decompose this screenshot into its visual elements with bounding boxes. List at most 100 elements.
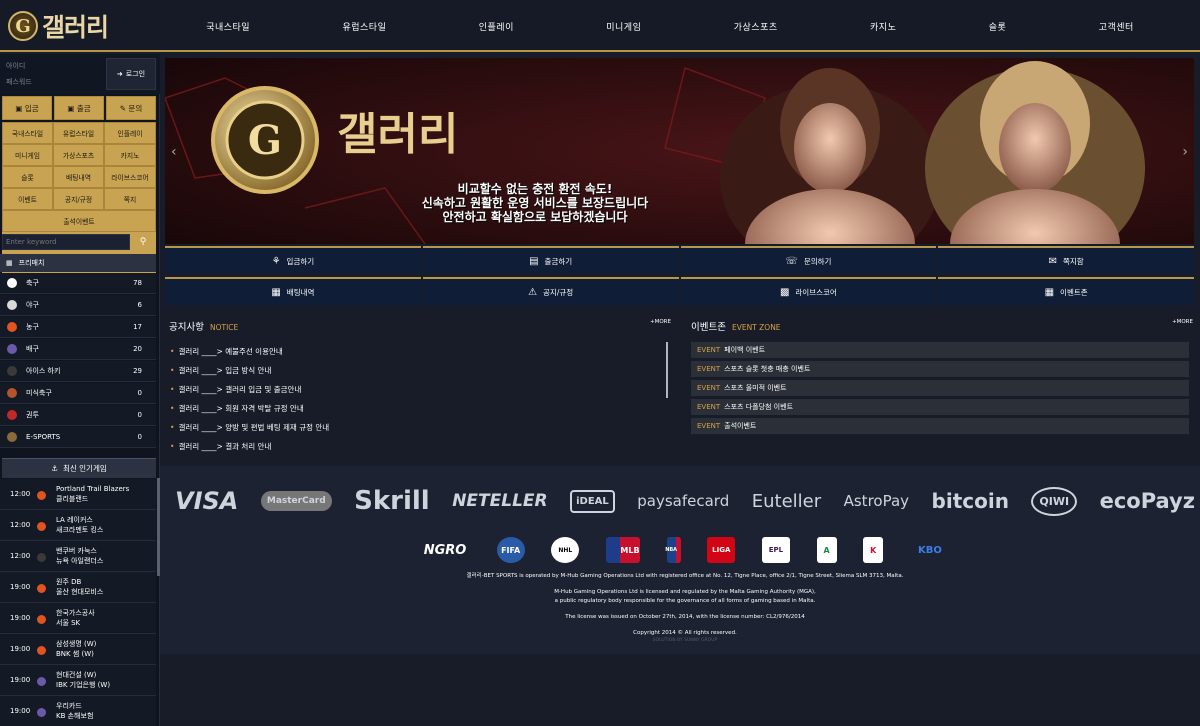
menu-notice[interactable]: 공지/규정 xyxy=(53,188,104,210)
username-field[interactable]: 아이디 xyxy=(6,61,25,71)
password-field[interactable]: 패스워드 xyxy=(6,77,32,87)
bet-history-button[interactable]: ▦ 배팅내역 xyxy=(165,277,421,305)
event-item-text: 스포츠 슬롯 첫충 매충 이벤트 xyxy=(724,365,811,373)
hero-banner[interactable]: G 갤러리 비교할수 없는 충전 환전 속도! 신속하고 원활한 운영 서비스를… xyxy=(165,58,1194,244)
menu-bet-history[interactable]: 배팅내역 xyxy=(53,166,104,188)
sport-name: E-SPORTS xyxy=(26,433,61,441)
fifa-logo: FIFA xyxy=(496,537,525,563)
bullet-icon: • xyxy=(170,366,175,375)
nav-inplay[interactable]: 인플레이 xyxy=(479,20,514,33)
event-item[interactable]: EVENT 스포츠 다폴당첨 이벤트 xyxy=(691,399,1189,415)
game-row[interactable]: 19:00 한국가스공사 서울 SK xyxy=(0,603,156,634)
withdraw-icon: ▣ xyxy=(67,103,77,113)
withdraw-button[interactable]: ▤ 출금하기 xyxy=(422,246,679,274)
anchor-icon: ⚓ xyxy=(51,464,58,473)
menu-casino[interactable]: 카지노 xyxy=(104,144,156,166)
menu-domestic[interactable]: 국내스타일 xyxy=(2,122,53,144)
nav-slot[interactable]: 슬롯 xyxy=(989,20,1007,33)
sport-item-boxing[interactable]: 권투 0 xyxy=(0,405,156,426)
event-item-text: 스포츠 다폴당첨 이벤트 xyxy=(724,403,794,411)
sport-item-esports[interactable]: E-SPORTS 0 xyxy=(0,427,156,448)
notice-item-text: 갤러리 ____> 결과 처리 안내 xyxy=(178,442,272,451)
menu-message[interactable]: 쪽지 xyxy=(104,188,156,210)
nhl-logo: NHL xyxy=(551,537,580,563)
site-logo[interactable]: G 갤러리 xyxy=(8,6,109,46)
event-item[interactable]: EVENT 출석이벤트 xyxy=(691,418,1189,434)
nav-support[interactable]: 고객센터 xyxy=(1099,20,1134,33)
footer-solution: SOLUTION BY SUNNY GROUP xyxy=(652,638,718,643)
withdraw-quick-button[interactable]: ▣ 출금 xyxy=(54,96,104,120)
livescore-label: 라이브스코어 xyxy=(795,287,837,297)
nav-domestic[interactable]: 국내스타일 xyxy=(206,20,250,33)
popular-games-title: 최신 인기게임 xyxy=(62,464,107,473)
notice-item[interactable]: • 갤러리 ____> 회원 자격 박탈 규정 안내 xyxy=(170,403,304,414)
serie-a-logo: A xyxy=(816,537,837,563)
notice-more-link[interactable]: +MORE xyxy=(650,319,671,325)
game-home: Portland Trail Blazers xyxy=(56,485,130,493)
sport-item-volleyball[interactable]: 배구 20 xyxy=(0,339,156,360)
game-home: 한국가스공사 xyxy=(56,609,95,617)
event-item[interactable]: EVENT 스포츠 슬롯 첫충 매충 이벤트 xyxy=(691,361,1189,377)
notice-item[interactable]: • 갤러리 ____> 결과 처리 안내 xyxy=(170,441,271,452)
menu-virtual[interactable]: 가상스포츠 xyxy=(53,144,104,166)
login-icon: ➜ xyxy=(116,70,123,78)
menu-europe[interactable]: 유럽스타일 xyxy=(53,122,104,144)
game-home: 우리카드 xyxy=(56,702,82,710)
sport-item-icehockey[interactable]: 아이스 하키 29 xyxy=(0,361,156,382)
notice-item-text: 갤러리 ____> 갤러리 입금 및 출금안내 xyxy=(178,385,302,394)
game-away: 클리블랜드 xyxy=(56,495,89,503)
menu-minigame[interactable]: 미니게임 xyxy=(2,144,53,166)
sport-count: 17 xyxy=(133,323,142,331)
notice-item[interactable]: • 갤러리 ____> 양방 및 편법 베팅 제재 규정 안내 xyxy=(170,422,329,433)
notice-scrollbar[interactable] xyxy=(666,342,668,398)
menu-event[interactable]: 이벤트 xyxy=(2,188,53,210)
event-subtitle: EVENT ZONE xyxy=(731,323,781,332)
search-input[interactable] xyxy=(2,234,130,250)
menu-inplay[interactable]: 인플레이 xyxy=(104,122,156,144)
message-button[interactable]: ✉ 쪽지함 xyxy=(938,246,1194,274)
nav-casino[interactable]: 카지노 xyxy=(870,20,896,33)
notice-item[interactable]: • 갤러리 ____> 예불주선 이용안내 xyxy=(170,346,283,357)
nav-europe[interactable]: 유럽스타일 xyxy=(342,20,386,33)
inquiry-button[interactable]: ☏ 문의하기 xyxy=(680,246,937,274)
game-row[interactable]: 19:00 우리카드 KB 손해보험 xyxy=(0,696,156,726)
game-row[interactable]: 19:00 원주 DB 울산 현대모비스 xyxy=(0,572,156,603)
menu-livescore[interactable]: 라이브스코어 xyxy=(104,166,156,188)
nav-virtual[interactable]: 가상스포츠 xyxy=(734,20,778,33)
inquiry-quick-button[interactable]: ✎ 문의 xyxy=(106,96,156,120)
deposit-button[interactable]: ⚘ 입금하기 xyxy=(165,246,421,274)
game-row[interactable]: 12:00 Portland Trail Blazers 클리블랜드 xyxy=(0,479,156,510)
bullet-icon: • xyxy=(170,347,175,356)
event-item-text: 스포츠 올미적 이벤트 xyxy=(724,384,787,392)
menu-attendance[interactable]: 출석이벤트 xyxy=(2,210,156,232)
notice-item-text: 갤러리 ____> 양방 및 편법 베팅 제재 규정 안내 xyxy=(178,423,330,432)
login-button[interactable]: ➜ 로그인 xyxy=(106,58,156,90)
sport-item-basketball[interactable]: 농구 17 xyxy=(0,317,156,338)
basketball-icon xyxy=(7,322,17,332)
notice-button[interactable]: ⚠ 공지/규정 xyxy=(422,277,679,305)
event-item[interactable]: EVENT 페이백 이벤트 xyxy=(691,342,1189,358)
search-icon[interactable]: ⚲ xyxy=(130,234,156,250)
nav-minigame[interactable]: 미니게임 xyxy=(606,20,641,33)
game-row[interactable]: 12:00 밴쿠버 카눅스 뉴욕 아일랜더스 xyxy=(0,541,156,572)
notice-item[interactable]: • 갤러리 ____> 입금 방식 안내 xyxy=(170,365,271,376)
bitcoin-logo: bitcoin xyxy=(931,489,1009,513)
livescore-button[interactable]: ▩ 라이브스코어 xyxy=(680,277,937,305)
game-row[interactable]: 19:00 삼성생명 (W) BNK 썸 (W) xyxy=(0,634,156,665)
deposit-quick-button[interactable]: ▣ 입금 xyxy=(2,96,52,120)
game-time: 12:00 xyxy=(10,490,31,498)
sport-item-football[interactable]: 미식축구 0 xyxy=(0,383,156,404)
sport-item-baseball[interactable]: 야구 6 xyxy=(0,295,156,316)
game-row[interactable]: 12:00 LA 레이커스 새크라멘토 킹스 xyxy=(0,510,156,541)
sport-name: 배구 xyxy=(26,345,39,353)
event-item[interactable]: EVENT 스포츠 올미적 이벤트 xyxy=(691,380,1189,396)
event-zone-button[interactable]: ▦ 이벤트존 xyxy=(938,277,1194,305)
kleague-logo: K xyxy=(863,537,884,563)
event-more-link[interactable]: +MORE xyxy=(1172,319,1193,325)
prev-arrow-icon[interactable]: ‹ xyxy=(171,144,177,160)
next-arrow-icon[interactable]: › xyxy=(1182,144,1188,160)
sport-item-soccer[interactable]: 축구 78 xyxy=(0,273,156,294)
game-row[interactable]: 19:00 현대건설 (W) IBK 기업은행 (W) xyxy=(0,665,156,696)
menu-slot[interactable]: 슬롯 xyxy=(2,166,53,188)
notice-item[interactable]: • 갤러리 ____> 갤러리 입금 및 출금안내 xyxy=(170,384,301,395)
